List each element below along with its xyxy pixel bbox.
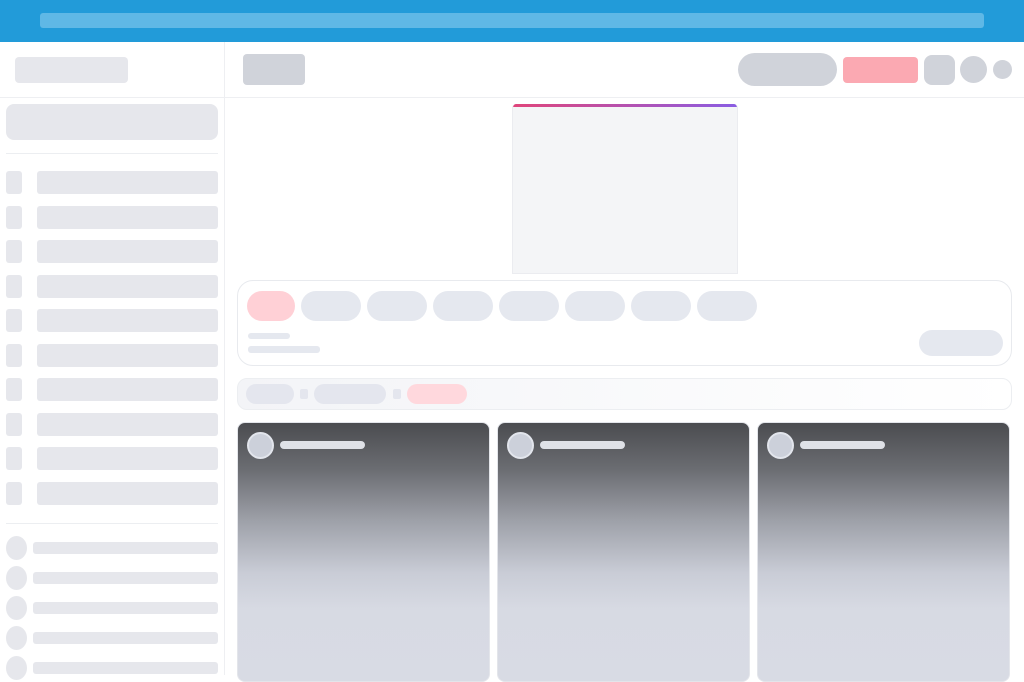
card-author <box>540 441 625 449</box>
avatar <box>247 432 274 459</box>
media-card[interactable] <box>497 422 750 682</box>
sidebar-item-label <box>37 206 218 229</box>
sort-button[interactable] <box>919 330 1003 356</box>
sidebar-item[interactable] <box>6 482 218 505</box>
sidebar-item[interactable] <box>6 171 218 194</box>
breadcrumb-separator <box>300 389 308 399</box>
sidebar-item[interactable] <box>6 275 218 298</box>
nav-icon <box>6 447 22 470</box>
avatar <box>6 596 27 620</box>
subscription-item[interactable] <box>6 656 218 680</box>
address-bar[interactable] <box>40 13 984 28</box>
avatar <box>507 432 534 459</box>
filter-chip[interactable] <box>565 291 625 321</box>
primary-action-button[interactable] <box>843 57 918 83</box>
ad-accent-bar <box>513 104 737 107</box>
nav-icon <box>6 309 22 332</box>
media-card[interactable] <box>237 422 490 682</box>
sidebar-item-label <box>37 447 218 470</box>
app-logo[interactable] <box>15 57 128 83</box>
sidebar-item[interactable] <box>6 378 218 401</box>
breadcrumb-item[interactable] <box>246 384 294 404</box>
sidebar-item[interactable] <box>6 447 218 470</box>
avatar <box>6 656 27 680</box>
sidebar-divider <box>6 153 218 154</box>
filter-chip[interactable] <box>367 291 427 321</box>
sidebar <box>0 42 225 680</box>
sidebar-divider <box>6 523 218 524</box>
subscription-label <box>33 602 218 614</box>
subscription-label <box>33 632 218 644</box>
card-author <box>280 441 365 449</box>
filter-chip[interactable] <box>433 291 493 321</box>
sidebar-item[interactable] <box>6 413 218 436</box>
media-card[interactable] <box>757 422 1010 682</box>
breadcrumb-item[interactable] <box>314 384 386 404</box>
avatar <box>6 566 27 590</box>
sidebar-item-label <box>37 378 218 401</box>
filter-chip-active[interactable] <box>247 291 295 321</box>
breadcrumb-item-current[interactable] <box>407 384 467 404</box>
breadcrumb <box>237 378 1012 410</box>
browser-toolbar <box>0 0 1024 42</box>
filter-chip[interactable] <box>631 291 691 321</box>
avatar <box>6 626 27 650</box>
notifications-icon[interactable] <box>960 56 987 83</box>
sidebar-item-label <box>37 309 218 332</box>
ad-banner[interactable] <box>512 104 738 274</box>
subscription-item[interactable] <box>6 626 218 650</box>
nav-icon <box>6 171 22 194</box>
avatar <box>767 432 794 459</box>
sidebar-item[interactable] <box>6 344 218 367</box>
card-author <box>800 441 885 449</box>
subscription-item[interactable] <box>6 536 218 560</box>
sidebar-item[interactable] <box>6 309 218 332</box>
breadcrumb-separator <box>393 389 401 399</box>
apps-icon[interactable] <box>924 55 955 85</box>
filter-chip[interactable] <box>499 291 559 321</box>
sidebar-item-label <box>37 171 218 194</box>
nav-icon <box>6 482 22 505</box>
nav-icon <box>6 206 22 229</box>
avatar <box>6 536 27 560</box>
filter-chip[interactable] <box>697 291 757 321</box>
nav-icon <box>6 413 22 436</box>
nav-icon <box>6 344 22 367</box>
sidebar-header <box>0 42 224 98</box>
results-meta-secondary <box>248 346 320 353</box>
nav-icon <box>6 275 22 298</box>
sidebar-item-label <box>37 240 218 263</box>
sidebar-search-input[interactable] <box>6 104 218 140</box>
subscription-item[interactable] <box>6 596 218 620</box>
search-input[interactable] <box>738 53 837 86</box>
top-bar <box>225 42 1024 98</box>
filter-chip[interactable] <box>301 291 361 321</box>
nav-icon <box>6 240 22 263</box>
subscription-label <box>33 662 218 674</box>
subscription-label <box>33 542 218 554</box>
sidebar-item-label <box>37 344 218 367</box>
nav-icon <box>6 378 22 401</box>
results-meta <box>248 333 290 339</box>
filter-panel <box>237 280 1012 366</box>
profile-avatar[interactable] <box>993 60 1012 79</box>
sidebar-item-label <box>37 275 218 298</box>
sidebar-item-label <box>37 482 218 505</box>
sidebar-item-label <box>37 413 218 436</box>
sidebar-item[interactable] <box>6 206 218 229</box>
sidebar-item[interactable] <box>6 240 218 263</box>
page-title <box>243 54 305 85</box>
subscription-item[interactable] <box>6 566 218 590</box>
subscription-label <box>33 572 218 584</box>
